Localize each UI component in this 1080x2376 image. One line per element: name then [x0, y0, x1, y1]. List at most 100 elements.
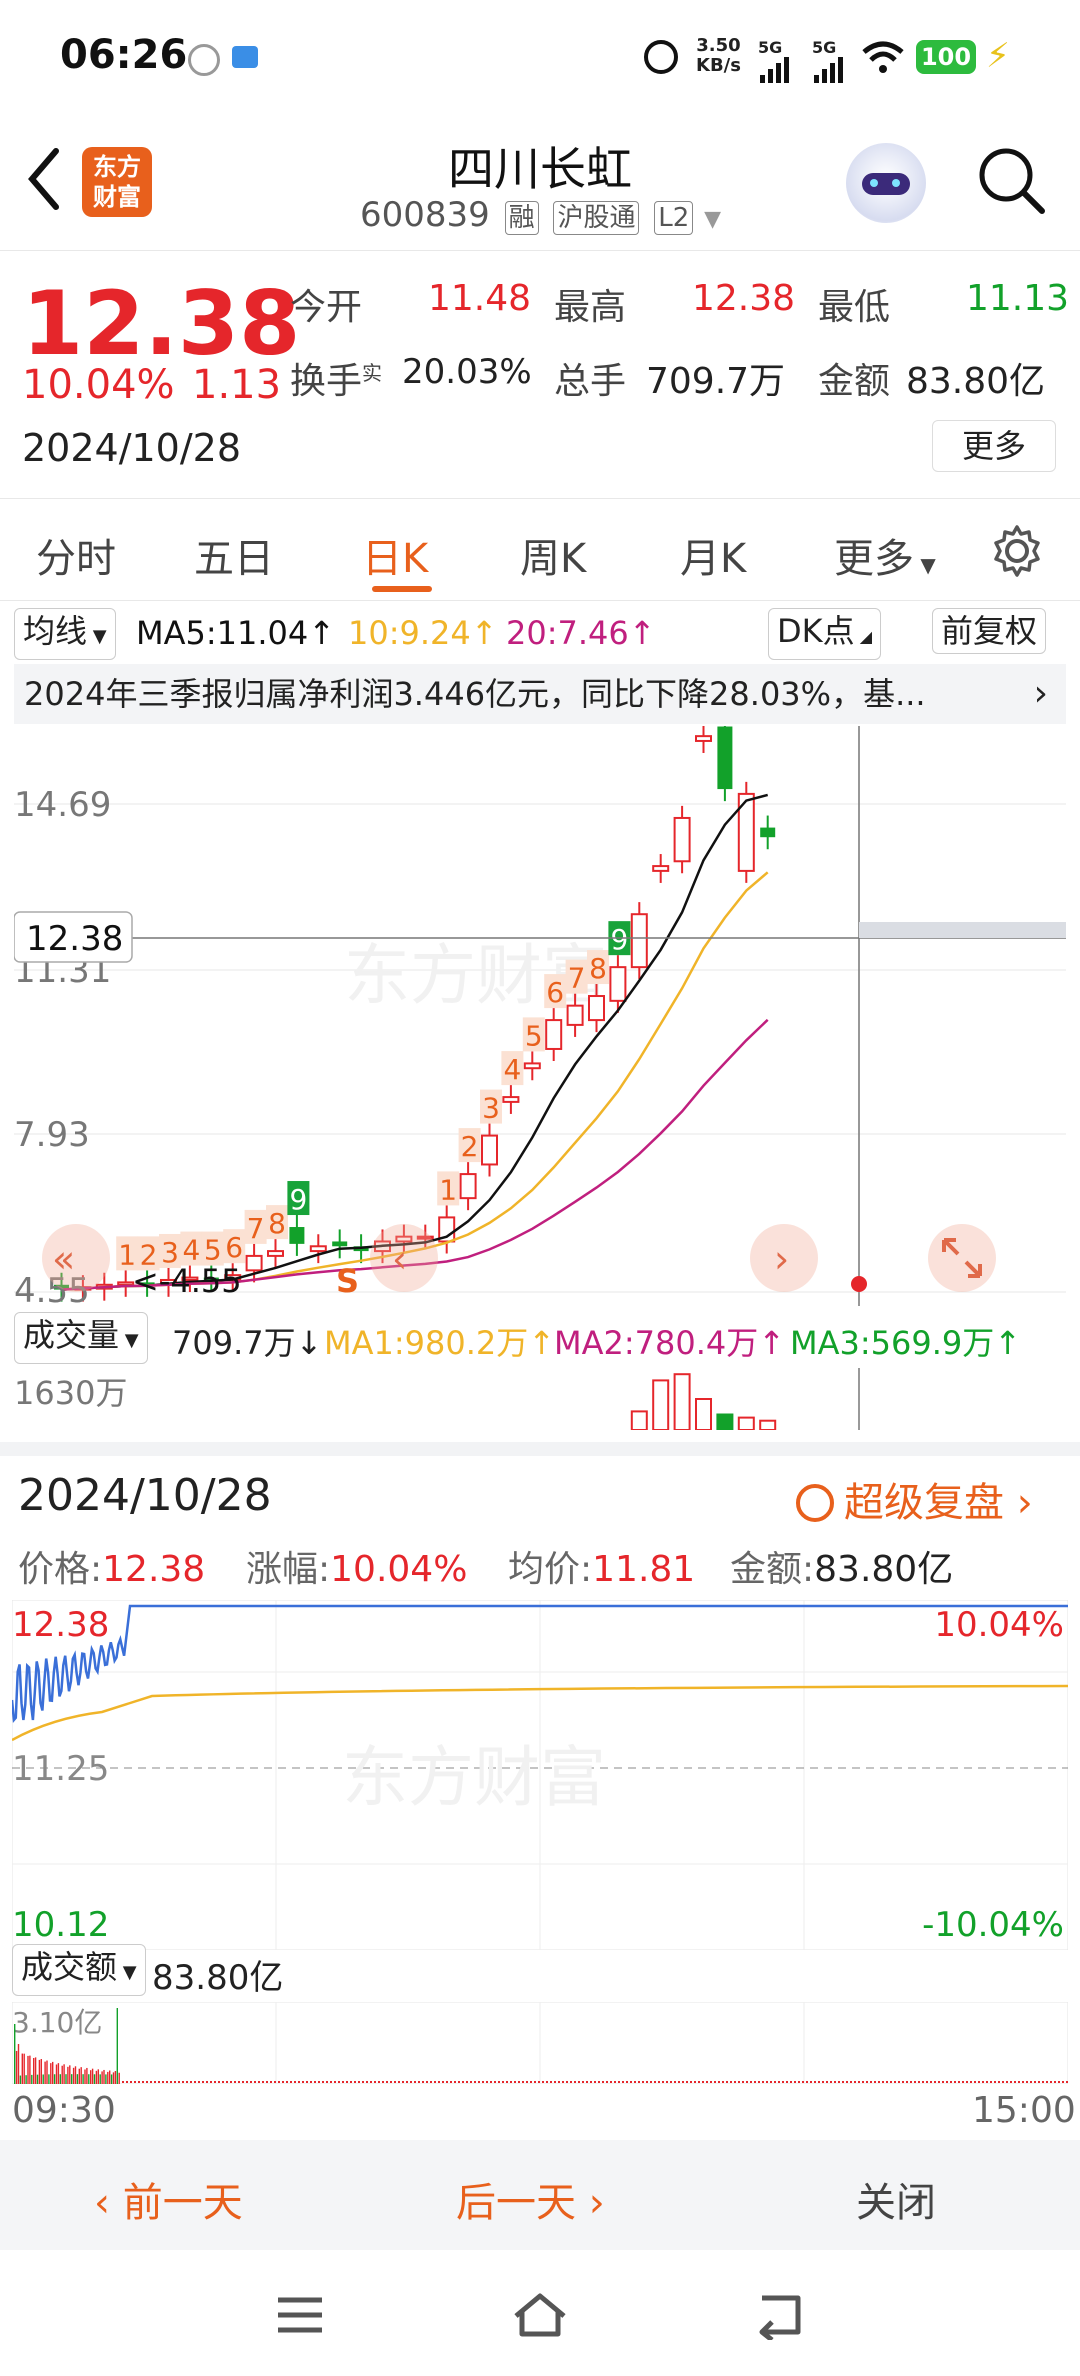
amount-bar	[86, 2067, 88, 2084]
amount-tick-label: 3.10亿	[12, 2006, 102, 2039]
ma-selector[interactable]: 均线 ▼	[14, 608, 116, 660]
home-icon[interactable]	[510, 2290, 570, 2340]
wifi-icon	[862, 41, 904, 73]
amount-bar	[40, 2059, 42, 2084]
volume-ma2: MA2:780.4万↑	[554, 1324, 786, 1362]
tab-active-underline	[372, 586, 432, 592]
status-time: 06:26	[60, 32, 188, 78]
turnover-label: 换手实	[290, 361, 383, 402]
scroll-left-button[interactable]: «	[42, 1224, 110, 1292]
amount-bar	[99, 2074, 101, 2084]
gear-icon[interactable]	[990, 524, 1044, 578]
amount-bar	[57, 2063, 60, 2084]
amount-total: 83.80亿	[152, 1958, 284, 1998]
nine-turn-number: 2	[461, 1130, 479, 1163]
amount-bar	[36, 2074, 39, 2084]
prev-button[interactable]: ‹	[370, 1224, 438, 1292]
current-price: 12.38	[22, 272, 301, 375]
nine-turn-number: 5	[525, 1019, 543, 1052]
sell-marker-s: S	[336, 1262, 359, 1300]
amount-selector[interactable]: 成交额 ▼	[12, 1944, 146, 1996]
amount-bar	[34, 2057, 37, 2084]
amount-bar	[97, 2069, 99, 2084]
tab-more[interactable]: 更多 ▼	[834, 526, 936, 584]
amount-bar	[118, 2072, 120, 2084]
menu-icon[interactable]	[270, 2290, 330, 2340]
change-pct: 10.04%	[22, 362, 175, 408]
close-button[interactable]: 关闭	[856, 2170, 936, 2228]
candle	[588, 995, 605, 1022]
dk-point-selector[interactable]: DK点 ◢	[768, 608, 882, 660]
amount-bar	[110, 2074, 113, 2084]
candle	[332, 1241, 348, 1247]
intraday-chart[interactable]: 东方财富 12.38 11.25 10.12 10.04% -10.04%	[12, 1600, 1068, 1950]
chevron-right-icon: ›	[1033, 673, 1048, 714]
candle	[695, 735, 712, 742]
replay-avg: 均价:11.81	[508, 1549, 696, 1590]
candle	[717, 726, 733, 790]
super-replay-link[interactable]: 超级复盘 ›	[796, 1470, 1033, 1528]
low-value: 11.13	[966, 278, 1070, 319]
candle	[117, 1281, 135, 1286]
prev-day-button[interactable]: ‹ 前一天	[94, 2170, 243, 2228]
amount-bar	[84, 2069, 86, 2084]
current-price-tag: 12.38	[26, 919, 123, 959]
quote-panel: 12.38 10.04% 1.13 2024/10/28 今开 11.48 最高…	[0, 250, 1080, 499]
tab-weekly-k[interactable]: 周K	[520, 526, 586, 584]
more-button[interactable]: 更多	[932, 420, 1056, 472]
chevron-down-icon[interactable]: ▼	[704, 207, 721, 232]
candle	[673, 816, 691, 863]
candle	[523, 1062, 541, 1070]
amount-bar	[112, 2072, 115, 2084]
volume-selector[interactable]: 成交量 ▼	[14, 1312, 148, 1364]
amount-bar	[95, 2070, 98, 2084]
amount-bar	[67, 2066, 69, 2084]
volume-bar	[695, 1398, 712, 1430]
candle	[267, 1250, 284, 1257]
candlestick-chart[interactable]: 东方财富 1 2 3 4 5 67 89 123456 7 89 14.69 11.31 7.93…	[14, 726, 1066, 1306]
nine-turn-number: 3	[482, 1092, 500, 1125]
amount-bar	[76, 2074, 79, 2084]
volume-bar	[716, 1413, 734, 1430]
signal-icon-1: 5G	[758, 38, 794, 87]
volume-bar	[673, 1373, 691, 1430]
search-icon[interactable]	[976, 145, 1048, 217]
tab-monthly-k[interactable]: 月K	[680, 526, 746, 584]
amount-bar	[23, 2053, 25, 2084]
panel-separator	[0, 1442, 1080, 1456]
volume-bar	[630, 1410, 648, 1430]
volume-bar	[737, 1416, 755, 1430]
amount-bar	[14, 2024, 16, 2084]
volume-indicator-bar: 成交量 ▼ 709.7万↓ MA1:980.2万↑ MA2:780.4万↑ MA…	[0, 1308, 1080, 1368]
next-day-button[interactable]: 后一天 ›	[456, 2170, 605, 2228]
amount-bar	[71, 2074, 73, 2084]
amount-bar	[105, 2074, 107, 2084]
replay-action-bar: ‹ 前一天 后一天 › 关闭	[0, 2140, 1080, 2250]
low-label: 最低	[818, 287, 891, 328]
pct-top-label: 10.04%	[934, 1605, 1064, 1645]
next-button[interactable]: ›	[750, 1224, 818, 1292]
tag-l2: L2	[654, 201, 694, 235]
amount-bar	[78, 2068, 80, 2084]
adjust-selector[interactable]: 前复权	[932, 608, 1047, 654]
quote-date: 2024/10/28	[22, 426, 242, 470]
volume-bar	[759, 1419, 777, 1430]
amount-bar	[15, 2050, 18, 2084]
turnover-value: 20.03%	[402, 352, 532, 392]
tab-daily-k[interactable]: 日K	[362, 526, 428, 584]
news-banner[interactable]: 2024年三季报归属净利润3.446亿元，同比下降28.03%，基... ›	[14, 664, 1066, 724]
replay-amount: 金额:83.80亿	[730, 1549, 954, 1590]
volume-ma3: MA3:569.9万↑	[790, 1324, 1022, 1362]
change-amount: 1.13	[192, 362, 282, 408]
tab-timeshare[interactable]: 分时	[36, 526, 116, 584]
ma-indicator-bar: 均线 ▼ MA5:11.04↑ 10:9.24↑ 20:7.46↑ DK点 ◢ …	[0, 604, 1080, 664]
back-icon[interactable]	[750, 2290, 810, 2340]
candle	[289, 1227, 305, 1244]
robot-avatar-icon[interactable]	[846, 143, 926, 223]
volume-value: 709.7万	[646, 361, 786, 402]
stock-header: 东方 财富 四川长虹 600839 融 沪股通 L2 ▼	[0, 115, 1080, 251]
high-value: 12.38	[692, 278, 796, 319]
candle	[459, 1173, 477, 1200]
expand-icon[interactable]	[928, 1224, 996, 1292]
tab-five-day[interactable]: 五日	[194, 526, 274, 584]
